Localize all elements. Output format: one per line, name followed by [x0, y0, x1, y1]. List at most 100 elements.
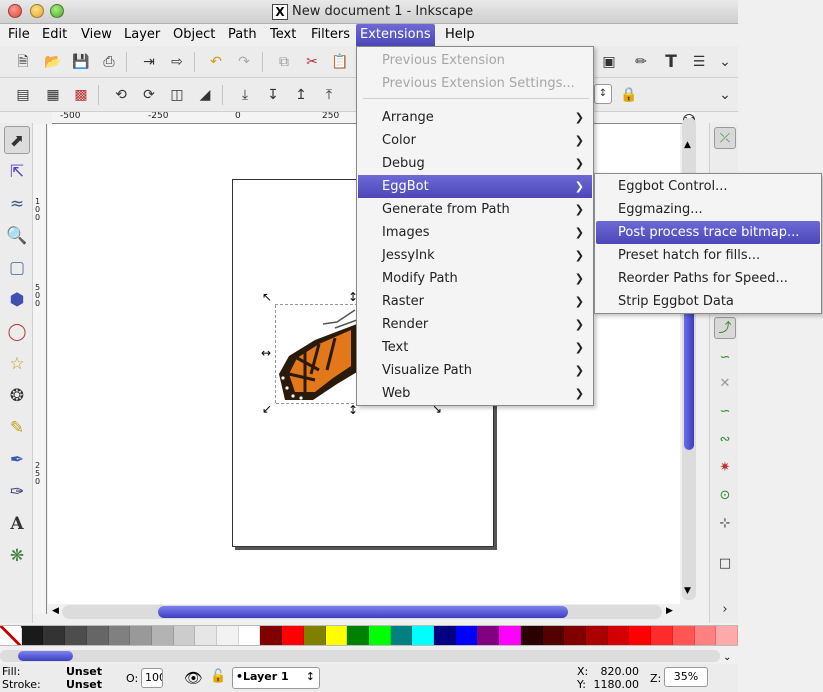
color-swatch[interactable]	[130, 626, 152, 645]
zoom-input[interactable]: 35%	[664, 667, 708, 687]
color-swatch[interactable]	[43, 626, 66, 645]
opacity-input[interactable]: 100	[141, 668, 163, 688]
menu-help[interactable]: Help	[441, 24, 479, 46]
menu-item-debug[interactable]: Debug ❯	[358, 152, 592, 175]
select-all-layers-icon[interactable]: ▦	[42, 84, 64, 106]
menu-item-eggbot[interactable]: EggBot ❯	[358, 175, 592, 198]
node-tool-icon[interactable]: ⇱	[4, 158, 30, 186]
zoom-fit-icon[interactable]: ▣	[598, 51, 620, 73]
export-icon[interactable]: ⇨	[166, 51, 188, 73]
deselect-icon[interactable]: ▩	[70, 84, 92, 106]
color-swatch[interactable]	[195, 626, 218, 645]
scroll-down-arrow-icon[interactable]: ▼	[684, 586, 691, 596]
3d-box-tool-icon[interactable]: ⬢	[4, 286, 30, 314]
color-swatch[interactable]	[173, 626, 196, 645]
color-swatch[interactable]	[607, 626, 630, 645]
color-swatch[interactable]	[108, 626, 131, 645]
snap-cusp-nodes-icon[interactable]: ∽	[714, 401, 736, 423]
spray-tool-icon[interactable]: ❋	[4, 542, 30, 570]
color-swatch[interactable]	[412, 626, 435, 645]
pen-tool-icon[interactable]: ✒	[4, 446, 30, 474]
menu-item-preset-hatch-for-fills[interactable]: Preset hatch for fills...	[596, 244, 820, 267]
stroke-value[interactable]: Unset	[66, 678, 102, 691]
color-swatch[interactable]	[499, 626, 521, 645]
menu-item-modify-path[interactable]: Modify Path ❯	[358, 267, 592, 290]
raise-to-top-icon[interactable]: ⤒	[318, 84, 340, 106]
color-swatch[interactable]	[694, 626, 717, 645]
flip-horizontal-icon[interactable]: ◫	[166, 84, 188, 106]
color-swatch[interactable]	[455, 626, 478, 645]
menu-item-eggbot-control[interactable]: Eggbot Control...	[596, 175, 820, 198]
color-swatch[interactable]	[651, 626, 673, 645]
tweak-tool-icon[interactable]: ≈	[4, 190, 30, 218]
color-swatch[interactable]	[368, 626, 391, 645]
color-swatch[interactable]	[390, 626, 413, 645]
cut-icon[interactable]: ✂	[301, 51, 323, 73]
menu-item-images[interactable]: Images ❯	[358, 221, 592, 244]
snap-smooth-nodes-icon[interactable]: ∾	[714, 429, 736, 451]
palette-scroll-down-icon[interactable]: ⌄	[723, 652, 731, 663]
menu-view[interactable]: View	[77, 24, 116, 46]
menu-item-render[interactable]: Render ❯	[358, 313, 592, 336]
color-swatch[interactable]	[303, 626, 326, 645]
ellipse-tool-icon[interactable]: ◯	[4, 318, 30, 346]
color-swatch[interactable]	[542, 626, 565, 645]
palette-scroll-thumb[interactable]	[18, 651, 73, 661]
horizontal-scroll-thumb[interactable]	[158, 606, 568, 618]
menu-file[interactable]: File	[4, 24, 34, 46]
palette-scrollbar[interactable]	[0, 650, 720, 662]
color-swatch[interactable]	[672, 626, 695, 645]
menu-item-strip-eggbot-data[interactable]: Strip Eggbot Data	[596, 290, 820, 313]
close-window-button[interactable]	[8, 4, 22, 18]
menu-extensions[interactable]: Extensions	[356, 24, 435, 46]
minimize-window-button[interactable]	[30, 4, 44, 18]
lower-to-bottom-icon[interactable]: ⤓	[234, 84, 256, 106]
snap-page-border-icon[interactable]: □	[714, 553, 736, 575]
text-tool-icon[interactable]: A	[4, 510, 30, 538]
toolbar-overflow-chevron-icon[interactable]: ⌄	[714, 84, 736, 106]
menu-item-visualize-path[interactable]: Visualize Path ❯	[358, 359, 592, 382]
color-swatch[interactable]	[238, 626, 261, 645]
color-swatch[interactable]	[434, 626, 456, 645]
snap-centers-icon[interactable]: ⊙	[714, 485, 736, 507]
new-document-icon[interactable]: 🗎	[12, 51, 34, 73]
raise-icon[interactable]: ↥	[290, 84, 312, 106]
color-swatch[interactable]	[86, 626, 109, 645]
color-swatch[interactable]	[21, 626, 44, 645]
open-file-icon[interactable]: 📂	[42, 51, 64, 73]
pencil-tool-icon[interactable]: ✎	[4, 414, 30, 442]
scroll-up-arrow-icon[interactable]: ▲	[684, 140, 691, 150]
color-swatch[interactable]	[347, 626, 369, 645]
paste-icon[interactable]: 📋	[329, 51, 351, 73]
color-swatch[interactable]	[477, 626, 500, 645]
menu-edit[interactable]: Edit	[38, 24, 71, 46]
layer-selector[interactable]: •Layer 1 ↕	[232, 667, 320, 689]
fill-stroke-icon[interactable]: ✏	[630, 51, 652, 73]
rotate-ccw-icon[interactable]: ⟲	[110, 84, 132, 106]
snap-toggle-icon[interactable]: ⤫	[714, 127, 736, 149]
menu-item-eggmazing[interactable]: Eggmazing...	[596, 198, 820, 221]
color-swatch[interactable]	[585, 626, 608, 645]
menu-item-arrange[interactable]: Arrange ❯	[358, 106, 592, 129]
save-icon[interactable]: 💾	[70, 51, 92, 73]
color-swatch[interactable]	[716, 626, 738, 645]
star-tool-icon[interactable]: ☆	[4, 350, 30, 378]
layers-icon[interactable]: ☰	[688, 51, 710, 73]
toolbar-overflow-chevron-icon[interactable]: ⌄	[714, 51, 736, 73]
fill-value[interactable]: Unset	[66, 665, 102, 678]
spin-stepper[interactable]: ↕	[594, 84, 612, 104]
snap-intersections-icon[interactable]: ✕	[714, 373, 736, 395]
selector-arrow-icon[interactable]: ⬈	[4, 126, 30, 154]
color-swatch[interactable]	[520, 626, 543, 645]
calligraphy-tool-icon[interactable]: ✑	[4, 478, 30, 506]
rectangle-tool-icon[interactable]: ▢	[4, 254, 30, 282]
no-paint-swatch[interactable]	[0, 626, 22, 645]
butterfly-image[interactable]	[275, 304, 357, 404]
rotate-cw-icon[interactable]: ⟳	[138, 84, 160, 106]
menu-item-reorder-paths-for-speed[interactable]: Reorder Paths for Speed...	[596, 267, 820, 290]
menu-item-generate-from-path[interactable]: Generate from Path ❯	[358, 198, 592, 221]
scroll-left-arrow-icon[interactable]: ◀	[52, 606, 59, 616]
snap-nodes-icon[interactable]: ⤴	[714, 317, 736, 339]
menu-layer[interactable]: Layer	[120, 24, 164, 46]
menu-object[interactable]: Object	[169, 24, 219, 46]
